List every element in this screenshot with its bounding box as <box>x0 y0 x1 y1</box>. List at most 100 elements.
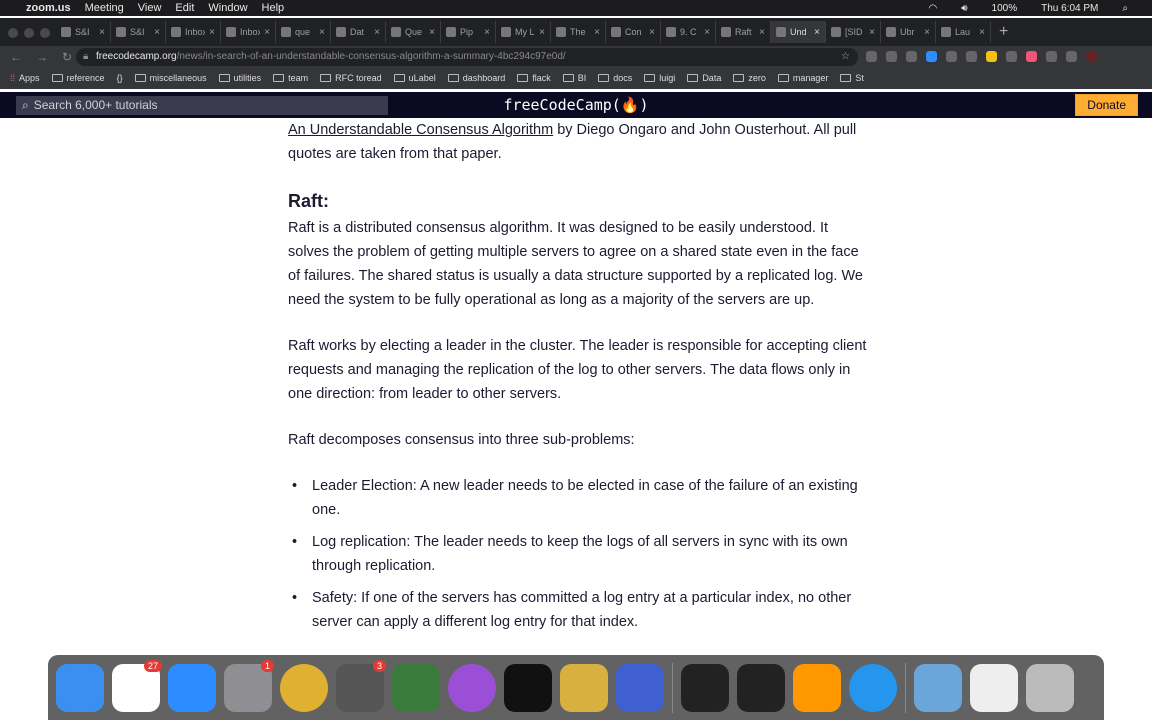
browser-tab[interactable]: Inbox × <box>166 21 221 43</box>
menu-view[interactable]: View <box>138 2 162 14</box>
browser-tab[interactable]: que × <box>276 21 331 43</box>
close-tab-icon[interactable]: × <box>979 27 985 38</box>
extension-icon[interactable] <box>946 51 957 62</box>
dock-database-icon[interactable] <box>560 663 608 712</box>
bookmark-item[interactable]: uLabel <box>393 73 436 83</box>
bookmark-item[interactable]: zero <box>733 73 766 83</box>
bookmark-item[interactable]: BI <box>562 73 586 83</box>
bookmark-item[interactable]: utilities <box>218 73 261 83</box>
bookmark-item[interactable]: miscellaneous <box>134 73 207 83</box>
browser-tab[interactable]: Inbox × <box>221 21 276 43</box>
close-tab-icon[interactable]: × <box>154 27 160 38</box>
close-tab-icon[interactable]: × <box>814 27 820 38</box>
bookmark-star-icon[interactable]: ☆ <box>841 51 850 62</box>
dock-terminal-icon[interactable] <box>681 663 729 712</box>
bookmark-item[interactable]: docs <box>598 73 632 83</box>
extension-icon[interactable] <box>906 51 917 62</box>
back-button[interactable]: ← <box>10 50 26 64</box>
dock-podcasts-icon[interactable] <box>448 663 496 712</box>
browser-tab[interactable]: Que × <box>386 21 441 43</box>
new-tab-button[interactable]: + <box>999 23 1008 41</box>
bookmark-item[interactable]: ⁞⁞ Apps <box>10 73 40 83</box>
window-controls[interactable] <box>8 28 50 38</box>
browser-tab[interactable]: Con × <box>606 21 661 43</box>
bookmark-item[interactable]: {} <box>117 73 123 83</box>
browser-tab[interactable]: Dat × <box>331 21 386 43</box>
browser-tab[interactable]: Und × <box>771 21 826 43</box>
close-tab-icon[interactable]: × <box>429 27 435 38</box>
extension-icon[interactable] <box>926 51 937 62</box>
extension-icon[interactable] <box>966 51 977 62</box>
dock-apple-tv-icon[interactable] <box>504 663 552 712</box>
close-tab-icon[interactable]: × <box>209 27 215 38</box>
menu-app[interactable]: zoom.us <box>26 2 71 14</box>
menu-window[interactable]: Window <box>208 2 247 14</box>
dock-docker-icon[interactable] <box>849 663 897 712</box>
close-tab-icon[interactable]: × <box>539 27 545 38</box>
extension-icon[interactable] <box>1026 51 1037 62</box>
close-tab-icon[interactable]: × <box>374 27 380 38</box>
browser-tab[interactable]: S&I × <box>56 21 111 43</box>
bookmark-item[interactable]: St <box>840 73 864 83</box>
bookmark-item[interactable]: reference <box>51 73 105 83</box>
extension-icon[interactable] <box>866 51 877 62</box>
battery-status[interactable]: 100% <box>992 3 1018 14</box>
bookmark-item[interactable]: flack <box>517 73 551 83</box>
browser-tab[interactable]: The × <box>551 21 606 43</box>
menu-edit[interactable]: Edit <box>175 2 194 14</box>
bookmark-item[interactable]: manager <box>777 73 828 83</box>
bookmark-item[interactable]: luigi <box>644 73 675 83</box>
wifi-icon[interactable]: ◠ <box>929 3 938 14</box>
profile-avatar[interactable] <box>1086 51 1097 62</box>
search-input[interactable]: ⌕ Search 6,000+ tutorials <box>16 95 388 115</box>
browser-tab[interactable]: Pip × <box>441 21 496 43</box>
bookmark-item[interactable]: RFC toread <box>320 73 382 83</box>
close-tab-icon[interactable]: × <box>704 27 710 38</box>
browser-tab[interactable]: 9. C × <box>661 21 716 43</box>
dock-finder-icon[interactable] <box>56 663 104 712</box>
close-tab-icon[interactable]: × <box>869 27 875 38</box>
dock-chrome-icon[interactable] <box>280 663 328 712</box>
donate-button[interactable]: Donate <box>1075 94 1138 116</box>
dock-app-icon[interactable] <box>392 663 440 712</box>
close-tab-icon[interactable]: × <box>924 27 930 38</box>
browser-tab[interactable]: Ubr × <box>881 21 936 43</box>
dock-preview-icon[interactable] <box>970 663 1018 712</box>
extension-icon[interactable] <box>886 51 897 62</box>
bookmark-item[interactable]: team <box>273 73 308 83</box>
dock-activity-monitor-icon[interactable] <box>737 663 785 712</box>
dock-slack-icon[interactable]: 27 <box>112 659 162 712</box>
close-tab-icon[interactable]: × <box>649 27 655 38</box>
forward-button[interactable]: → <box>36 50 52 64</box>
close-tab-icon[interactable]: × <box>99 27 105 38</box>
dock-sublime-text-icon[interactable] <box>793 663 841 712</box>
browser-tab[interactable]: My L × <box>496 21 551 43</box>
extension-icon[interactable] <box>1006 51 1017 62</box>
dock-app-store-icon[interactable]: 3 <box>336 659 386 712</box>
url-input[interactable]: 🔒︎ freecodecamp.org/news/in-search-of-an… <box>76 47 858 66</box>
extension-icon[interactable] <box>986 51 997 62</box>
dock-goland-icon[interactable] <box>616 663 664 712</box>
paper-link[interactable]: An Understandable Consensus Algorithm <box>288 122 553 138</box>
close-tab-icon[interactable]: × <box>484 27 490 38</box>
puzzle-icon[interactable] <box>1066 51 1077 62</box>
extension-icon[interactable] <box>1046 51 1057 62</box>
browser-tab[interactable]: [SID × <box>826 21 881 43</box>
browser-tab[interactable]: S&I × <box>111 21 166 43</box>
close-tab-icon[interactable]: × <box>594 27 600 38</box>
browser-tab[interactable]: Lau × <box>936 21 991 43</box>
bookmark-item[interactable]: dashboard <box>447 73 505 83</box>
bookmark-item[interactable]: Data <box>687 73 721 83</box>
volume-icon[interactable]: 🔊︎ <box>961 3 967 14</box>
close-tab-icon[interactable]: × <box>319 27 325 38</box>
menu-meeting[interactable]: Meeting <box>85 2 124 14</box>
dock-system-preferences-icon[interactable]: 1 <box>224 659 274 712</box>
close-tab-icon[interactable]: × <box>759 27 765 38</box>
dock-trash-icon[interactable] <box>1026 663 1074 712</box>
menu-help[interactable]: Help <box>262 2 285 14</box>
dock-downloads-icon[interactable] <box>914 663 962 712</box>
clock[interactable]: Thu 6:04 PM <box>1041 3 1098 14</box>
close-tab-icon[interactable]: × <box>264 27 270 38</box>
browser-tab[interactable]: Raft × <box>716 21 771 43</box>
spotlight-icon[interactable]: ⌕ <box>1122 3 1128 14</box>
